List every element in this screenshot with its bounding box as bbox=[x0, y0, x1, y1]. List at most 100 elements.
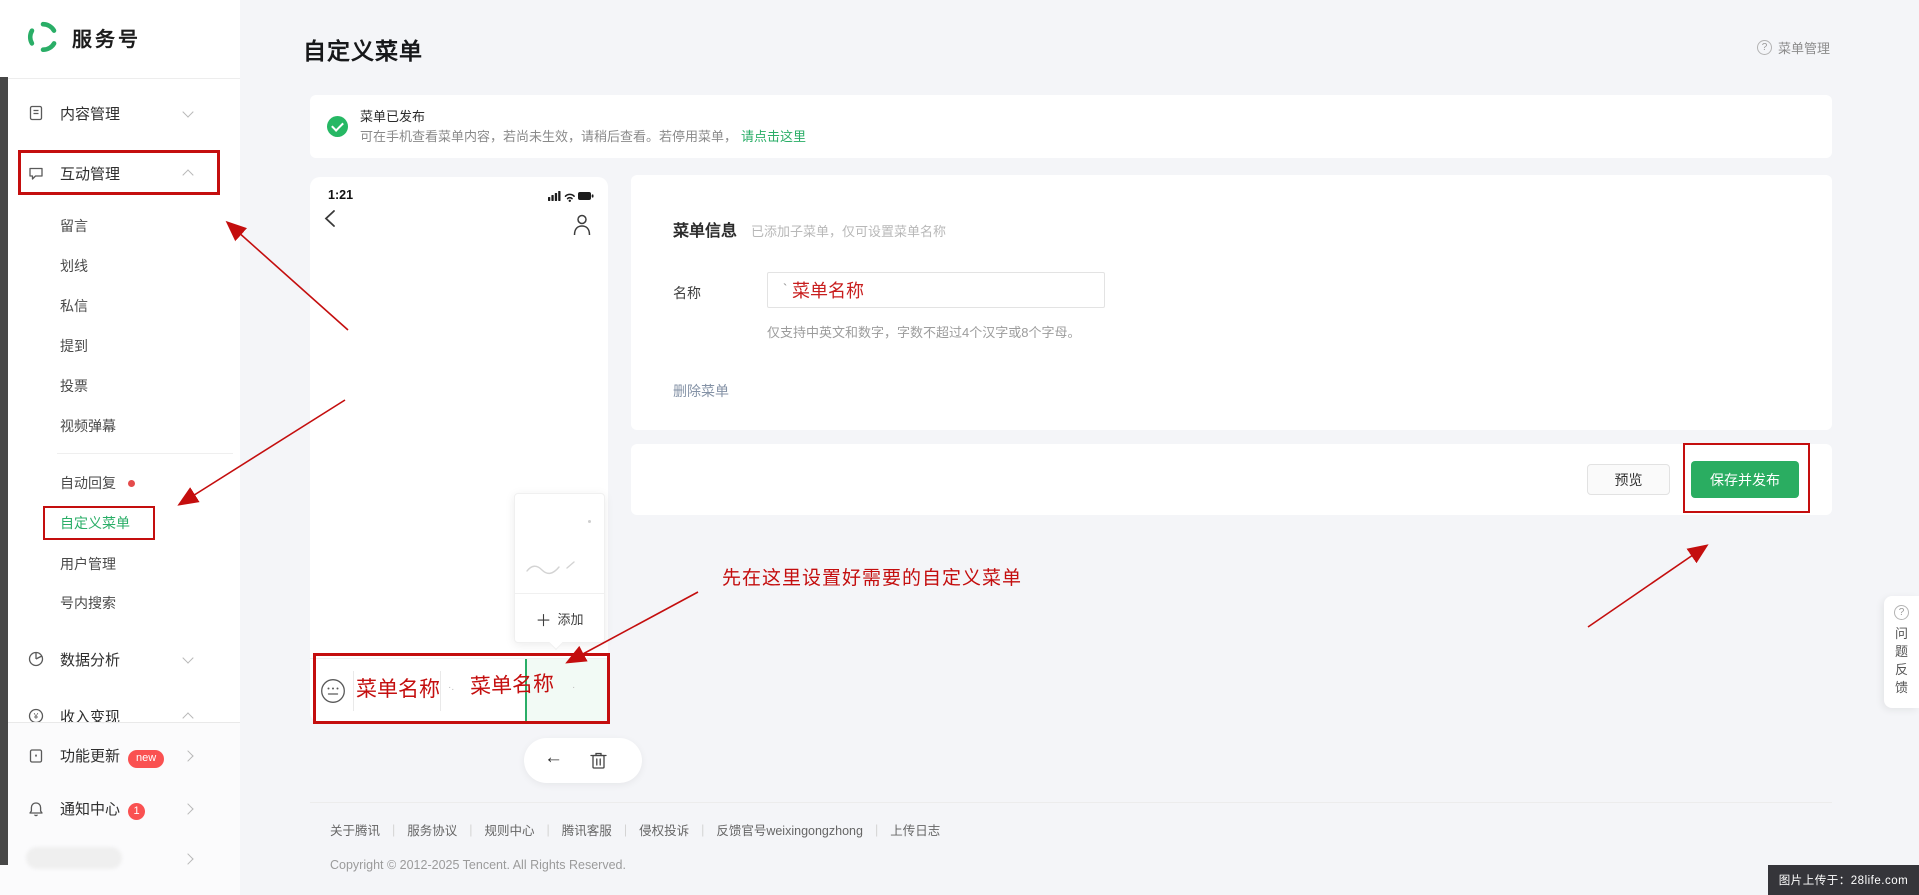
faded-scribble bbox=[526, 561, 575, 575]
publish-status-banner: 菜单已发布 可在手机查看菜单内容，若尚未生效，请稍后查看。若停用菜单， 请点击这里 bbox=[310, 95, 1832, 158]
sidebar-item-auto-reply[interactable]: 自动回复 bbox=[0, 463, 240, 503]
preview-button[interactable]: 预览 bbox=[1587, 464, 1670, 495]
sidebar-item-private-msg[interactable]: 私信 bbox=[0, 286, 240, 326]
sidebar-item-label: 互动管理 bbox=[60, 165, 121, 183]
footer-separator: | bbox=[546, 822, 550, 837]
faded-text-mark bbox=[588, 520, 591, 523]
sidebar-item-label: 划线 bbox=[60, 258, 88, 274]
sidebar-item-interact-mgmt[interactable]: 互动管理 bbox=[0, 153, 240, 193]
sidebar-item-votes[interactable]: 投票 bbox=[0, 366, 240, 406]
chevron-right-icon bbox=[182, 750, 194, 762]
footer-link[interactable]: 反馈官号weixingongzhong bbox=[716, 820, 863, 839]
popup-menu-item[interactable] bbox=[515, 543, 604, 592]
menu-item-popup: ＋ 添加 bbox=[514, 493, 605, 651]
delete-menu-link[interactable]: 删除菜单 bbox=[673, 381, 729, 401]
page-title: 自定义菜单 bbox=[303, 38, 423, 64]
sidebar-divider bbox=[0, 78, 240, 79]
sidebar-item-account[interactable] bbox=[0, 839, 240, 879]
phone-menu-bar bbox=[310, 658, 608, 723]
check-circle-icon bbox=[327, 116, 348, 137]
back-chevron-icon[interactable] bbox=[324, 209, 336, 228]
menu-name-input[interactable] bbox=[767, 272, 1105, 308]
footer-separator: | bbox=[701, 822, 705, 837]
chevron-right-icon bbox=[182, 803, 194, 815]
annotation-tip-text: 先在这里设置好需要的自定义菜单 bbox=[722, 568, 1023, 589]
name-field-hint: 仅支持中英文和数字，字数不超过4个汉字或8个字母。 bbox=[767, 325, 1081, 340]
svg-text:¥: ¥ bbox=[33, 712, 39, 721]
banner-description: 可在手机查看菜单内容，若尚未生效，请稍后查看。若停用菜单， 请点击这里 bbox=[360, 129, 807, 144]
footer-separator: | bbox=[623, 822, 628, 837]
person-icon[interactable] bbox=[572, 213, 592, 237]
sidebar: 服务号 内容管理 互动管理 留言 划线 私信 提到 投票 视频弹幕 自动回复 自… bbox=[0, 0, 240, 895]
footer-link[interactable]: 关于腾讯 bbox=[330, 820, 380, 839]
sidebar-item-underline[interactable]: 划线 bbox=[0, 246, 240, 286]
section-note: 已添加子菜单，仅可设置菜单名称 bbox=[751, 224, 947, 239]
action-bar: 预览 保存并发布 bbox=[631, 444, 1832, 515]
sidebar-section-divider bbox=[57, 453, 233, 454]
sidebar-item-label: 视频弹幕 bbox=[60, 418, 116, 434]
popup-menu-item[interactable] bbox=[515, 494, 604, 543]
footer-link[interactable]: 腾讯客服 bbox=[562, 820, 612, 839]
name-field-label: 名称 bbox=[673, 285, 701, 301]
sidebar-item-feature-update[interactable]: 功能更新 new bbox=[0, 736, 240, 776]
feedback-char: 馈 bbox=[1894, 680, 1908, 695]
sidebar-item-video-danmu[interactable]: 视频弹幕 bbox=[0, 406, 240, 446]
sidebar-item-label: 内容管理 bbox=[60, 105, 121, 123]
footer-links: 关于腾讯 | 服务协议 | 规则中心 | 腾讯客服 | 侵权投诉 | 反馈官号weixin… bbox=[330, 820, 940, 839]
chevron-down-icon bbox=[182, 651, 194, 664]
pen-tick-mark: ` bbox=[783, 281, 788, 296]
footer-link[interactable]: 服务协议 bbox=[407, 820, 457, 839]
sidebar-item-data-analysis[interactable]: 数据分析 bbox=[0, 639, 240, 679]
footer-divider bbox=[310, 802, 1832, 803]
sidebar-item-label: 投票 bbox=[60, 378, 88, 394]
feedback-tab[interactable]: ? 问 题 反 馈 bbox=[1884, 596, 1919, 708]
sidebar-item-account-search[interactable]: 号内搜索 bbox=[0, 583, 240, 623]
save-publish-button[interactable]: 保存并发布 bbox=[1691, 461, 1799, 498]
brand-logo-row[interactable]: 服务号 bbox=[26, 20, 141, 54]
copyright-text: Copyright © 2012-2025 Tencent. All Right… bbox=[330, 858, 626, 872]
question-circle-icon: ? bbox=[1894, 605, 1909, 620]
keyboard-circle-icon[interactable] bbox=[320, 678, 346, 704]
menu-slot-selected[interactable] bbox=[525, 659, 608, 723]
footer-link[interactable]: 侵权投诉 bbox=[639, 820, 689, 839]
sidebar-item-label: 留言 bbox=[60, 218, 88, 234]
signal-wifi-battery-icon bbox=[548, 191, 594, 202]
add-label: 添加 bbox=[557, 612, 584, 627]
footer-link[interactable]: 规则中心 bbox=[485, 820, 535, 839]
sidebar-item-label: 号内搜索 bbox=[60, 595, 116, 611]
sidebar-item-content-mgmt[interactable]: 内容管理 bbox=[0, 93, 240, 133]
chevron-up-icon bbox=[182, 168, 194, 181]
sidebar-item-notify-center[interactable]: 通知中心 1 bbox=[0, 789, 240, 829]
sidebar-item-messages[interactable]: 留言 bbox=[0, 206, 240, 246]
document-icon bbox=[28, 105, 44, 121]
trash-icon[interactable] bbox=[590, 751, 607, 770]
new-badge: new bbox=[128, 749, 165, 768]
sidebar-bottom-panel: 功能更新 new 通知中心 1 bbox=[0, 722, 240, 895]
menu-slot-2[interactable] bbox=[441, 659, 525, 723]
footer-separator: | bbox=[874, 822, 879, 837]
sidebar-item-user-mgmt[interactable]: 用户管理 bbox=[0, 544, 240, 584]
sidebar-item-label: 私信 bbox=[60, 298, 88, 314]
menu-manage-help-link[interactable]: ? 菜单管理 bbox=[1757, 38, 1830, 57]
brand-name: 服务号 bbox=[72, 28, 141, 51]
feedback-char: 反 bbox=[1894, 662, 1908, 677]
wechat-swirl-logo-icon bbox=[26, 20, 60, 54]
phone-clock: 1:21 bbox=[328, 188, 354, 202]
sidebar-item-label: 通知中心 1 bbox=[60, 798, 146, 820]
add-menu-item-button[interactable]: ＋ 添加 bbox=[515, 593, 604, 643]
bell-icon bbox=[28, 801, 44, 817]
menu-slot-1[interactable] bbox=[354, 659, 440, 723]
footer-link[interactable]: 上传日志 bbox=[890, 820, 940, 839]
plus-icon: ＋ bbox=[535, 612, 552, 630]
count-badge: 1 bbox=[128, 803, 146, 820]
sidebar-scrollbar[interactable] bbox=[0, 77, 8, 865]
feedback-char: 问 bbox=[1894, 626, 1908, 641]
sidebar-item-label: 用户管理 bbox=[60, 556, 116, 572]
sidebar-item-custom-menu[interactable]: 自定义菜单 bbox=[0, 503, 240, 543]
back-arrow-icon[interactable]: ← bbox=[544, 747, 563, 769]
disable-menu-link[interactable]: 请点击这里 bbox=[741, 129, 806, 144]
phone-status-icons bbox=[548, 189, 594, 203]
app-root: 服务号 内容管理 互动管理 留言 划线 私信 提到 投票 视频弹幕 自动回复 自… bbox=[0, 0, 1919, 895]
sidebar-item-mentions[interactable]: 提到 bbox=[0, 326, 240, 366]
sidebar-item-label: 功能更新 new bbox=[60, 745, 165, 768]
